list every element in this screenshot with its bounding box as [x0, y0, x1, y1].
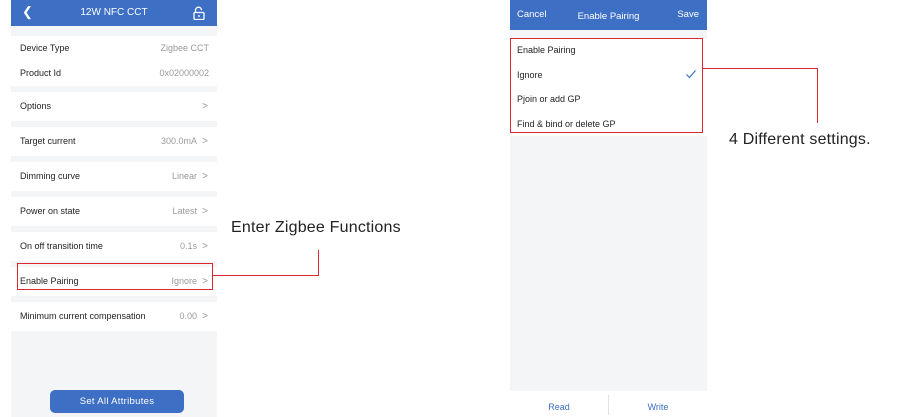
- write-button[interactable]: Write: [609, 394, 707, 417]
- top-navigation-bar: Cancel Enable Pairing Save: [510, 0, 707, 30]
- row-value: Latest: [172, 206, 197, 216]
- options-highlight-box: [510, 38, 703, 133]
- chevron-right-icon: >: [202, 171, 208, 182]
- bottom-action-bar: Read Write: [510, 391, 707, 417]
- enable-pairing-highlight-box: [17, 263, 213, 290]
- unlock-icon[interactable]: [193, 6, 205, 20]
- chevron-right-icon: >: [202, 101, 208, 112]
- row-dimming-curve[interactable]: Dimming curve Linear >: [11, 162, 217, 191]
- read-button[interactable]: Read: [510, 394, 608, 417]
- row-value: 300.0mA: [160, 136, 197, 146]
- save-button[interactable]: Save: [677, 0, 699, 30]
- annotation-connector-line: [702, 68, 818, 69]
- row-label: Power on state: [20, 206, 81, 216]
- top-navigation-bar: ❮ 12W NFC CCT: [11, 0, 217, 26]
- row-value: 0.1s: [179, 241, 197, 251]
- chevron-right-icon: >: [202, 241, 208, 252]
- row-label: On off transition time: [20, 241, 103, 251]
- annotation-connector-line: [318, 250, 319, 276]
- row-value: Linear: [171, 171, 197, 181]
- annotation-connector-line: [213, 275, 319, 276]
- annotation-connector-line: [817, 68, 818, 123]
- chevron-right-icon: >: [202, 311, 208, 322]
- page-title: 12W NFC CCT: [80, 7, 148, 18]
- row-label: Product Id: [20, 68, 62, 78]
- row-minimum-current-compensation[interactable]: Minimum current compensation 0.00 >: [11, 302, 217, 331]
- row-value: 0.00: [179, 311, 197, 321]
- row-label: Options: [20, 101, 52, 111]
- row-options[interactable]: Options >: [11, 92, 217, 121]
- row-label: Dimming curve: [20, 171, 81, 181]
- row-on-off-transition-time[interactable]: On off transition time 0.1s >: [11, 232, 217, 261]
- row-label: Minimum current compensation: [20, 311, 146, 321]
- row-device-type: Device Type Zigbee CCT: [11, 36, 217, 61]
- row-value: Zigbee CCT: [160, 43, 209, 53]
- row-target-current[interactable]: Target current 300.0mA >: [11, 127, 217, 156]
- annotation-four-different-settings: 4 Different settings.: [729, 131, 871, 148]
- set-all-attributes-button[interactable]: Set All Attributes: [50, 390, 184, 413]
- row-label: Device Type: [20, 43, 70, 53]
- chevron-right-icon: >: [202, 136, 208, 147]
- annotation-enter-zigbee-functions: Enter Zigbee Functions: [231, 219, 401, 236]
- row-power-on-state[interactable]: Power on state Latest >: [11, 197, 217, 226]
- row-label: Target current: [20, 136, 76, 146]
- row-value: 0x02000002: [159, 68, 209, 78]
- device-settings-screen: ❮ 12W NFC CCT Device Type Zigbee CCT Pro…: [11, 0, 217, 417]
- row-product-id: Product Id 0x02000002: [11, 61, 217, 86]
- chevron-right-icon: >: [202, 206, 208, 217]
